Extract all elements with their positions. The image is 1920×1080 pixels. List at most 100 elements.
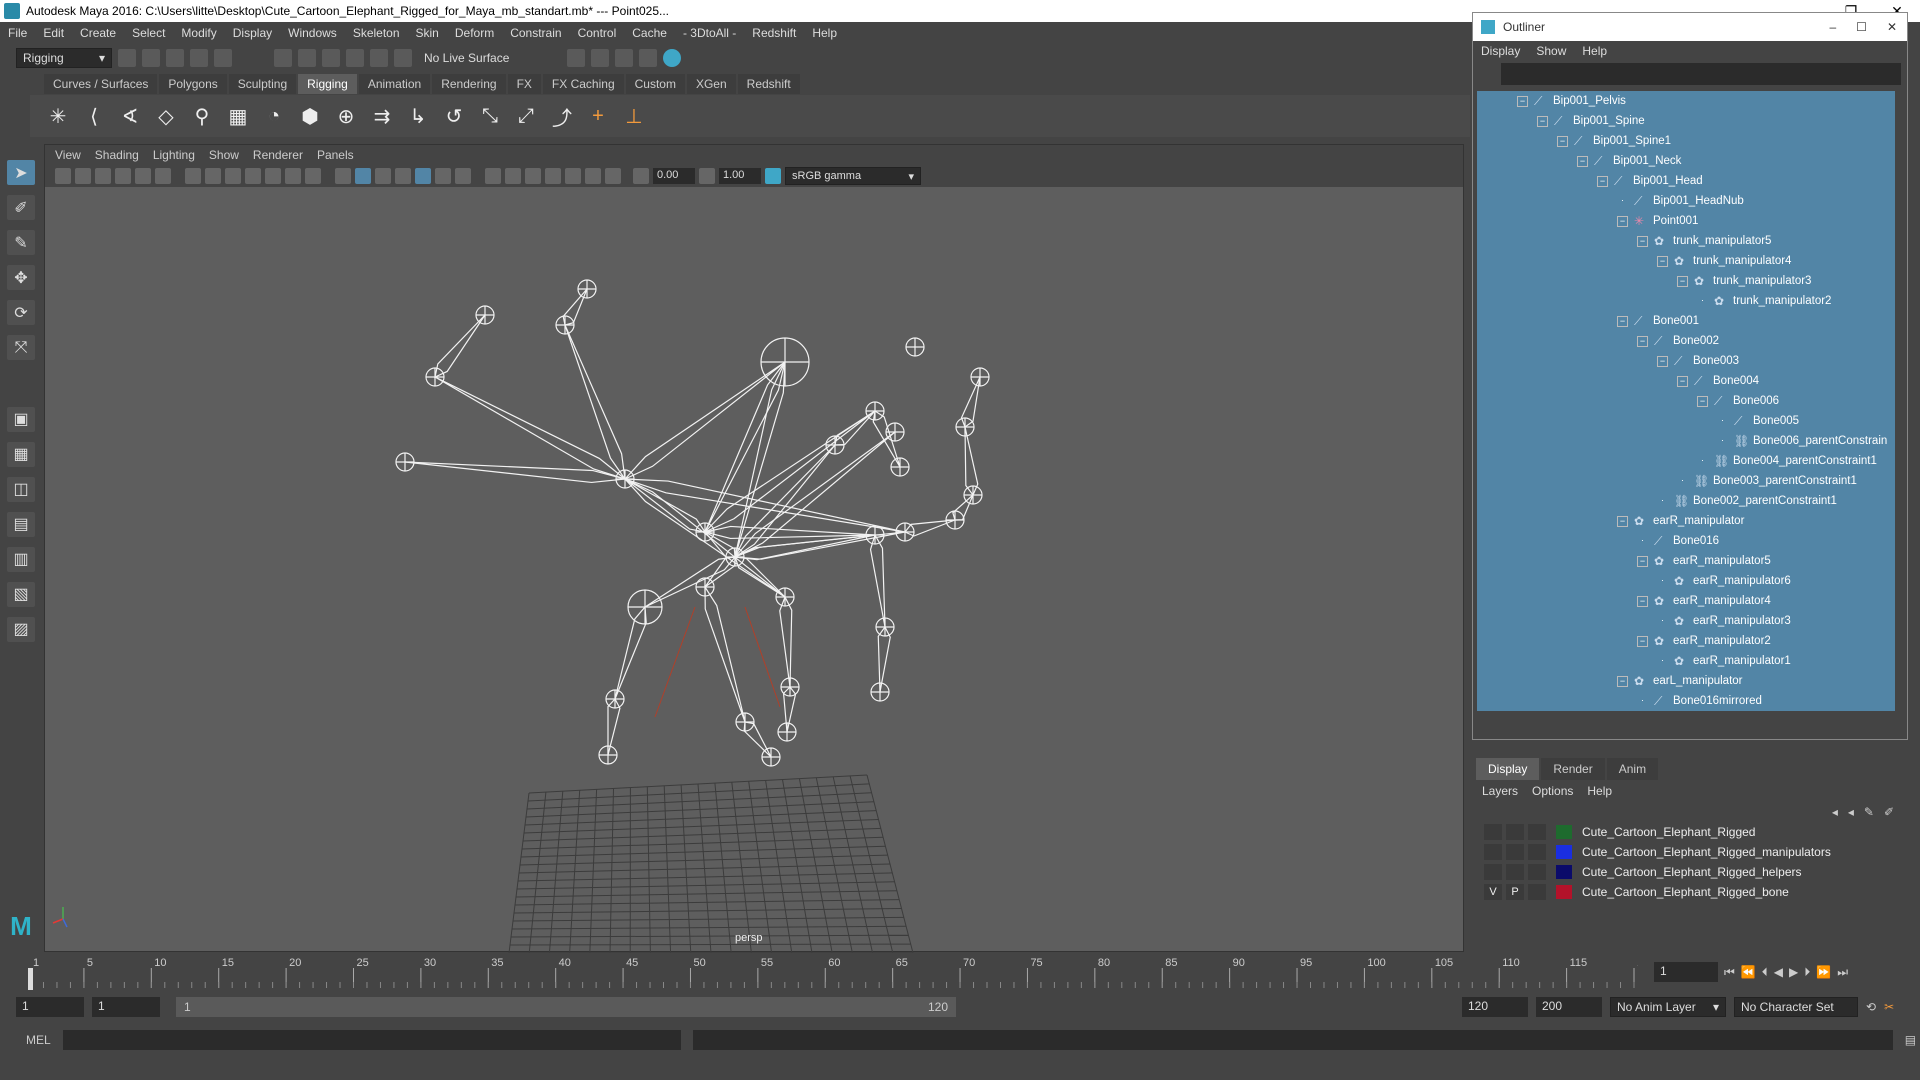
- collapse-toggle-icon[interactable]: −: [1597, 175, 1608, 187]
- outliner-item[interactable]: · ⛓ Bone004_parentConstraint1: [1477, 451, 1895, 471]
- outliner-item[interactable]: − ✿ earR_manipulator: [1477, 511, 1895, 531]
- layer-tab-anim[interactable]: Anim: [1606, 758, 1659, 780]
- menu-cache[interactable]: Cache: [624, 26, 675, 40]
- outliner-item[interactable]: · ✿ earR_manipulator6: [1477, 571, 1895, 591]
- shelf-tab-rigging[interactable]: Rigging: [298, 74, 357, 94]
- collapse-toggle-icon[interactable]: −: [1657, 255, 1668, 267]
- collapse-toggle-icon[interactable]: −: [1537, 115, 1548, 127]
- collapse-toggle-icon[interactable]: −: [1637, 555, 1648, 567]
- open-scene-icon[interactable]: [142, 49, 160, 67]
- snap-grid-icon[interactable]: [346, 49, 364, 67]
- shelf-tab-redshift[interactable]: Redshift: [737, 74, 800, 94]
- layer-display-type[interactable]: [1528, 844, 1546, 860]
- outliner-item[interactable]: · ⟋ Bone016mirrored: [1477, 691, 1895, 711]
- outliner-item[interactable]: · ⛓ Bone006_parentConstrain: [1477, 431, 1895, 451]
- bone-shape[interactable]: [743, 721, 772, 758]
- menu-create[interactable]: Create: [72, 26, 124, 40]
- layer-visibility-toggle[interactable]: [1484, 824, 1502, 840]
- new-layer-icon[interactable]: ✎: [1864, 805, 1874, 819]
- viewport-menu-shading[interactable]: Shading: [95, 148, 139, 162]
- shelf-tab-sculpting[interactable]: Sculpting: [228, 74, 297, 94]
- menu-skeleton[interactable]: Skeleton: [345, 26, 408, 40]
- collapse-toggle-icon[interactable]: −: [1617, 215, 1628, 227]
- go-end-icon[interactable]: ⏭: [1837, 965, 1848, 980]
- wire-on-shaded-icon[interactable]: [375, 168, 391, 184]
- outliner-item[interactable]: − ⟋ Bip001_Spine1: [1477, 131, 1895, 151]
- range-bar[interactable]: 1 120: [176, 997, 956, 1017]
- bone-shape[interactable]: [614, 605, 647, 700]
- select-hierarchy-icon[interactable]: [274, 49, 292, 67]
- render-settings-icon[interactable]: [639, 49, 658, 67]
- outliner-item[interactable]: − ✿ trunk_manipulator4: [1477, 251, 1895, 271]
- snap-curve-icon[interactable]: [370, 49, 388, 67]
- layout-hypershade-icon[interactable]: ▧: [7, 581, 35, 607]
- menuset-dropdown[interactable]: Rigging ▾: [16, 48, 112, 68]
- move-tool-icon[interactable]: ✥: [7, 265, 35, 291]
- collapse-toggle-icon[interactable]: −: [1637, 595, 1648, 607]
- render-frame-icon[interactable]: [591, 49, 610, 67]
- bone-shape[interactable]: [877, 625, 891, 693]
- outliner-item[interactable]: · ⟋ Bip001_HeadNub: [1477, 191, 1895, 211]
- bone-shape[interactable]: [624, 478, 906, 533]
- live-surface-label[interactable]: No Live Surface: [418, 51, 515, 65]
- menu-3dtoall[interactable]: - 3DtoAll -: [675, 26, 744, 40]
- move-layer-up-icon[interactable]: ◂: [1832, 805, 1838, 819]
- render-view-icon[interactable]: [567, 49, 586, 67]
- outliner-item[interactable]: − ✿ earL_manipulator: [1477, 671, 1895, 691]
- aa-icon[interactable]: [525, 168, 541, 184]
- bone-shape[interactable]: [704, 584, 746, 723]
- outliner-item[interactable]: · ⛓ Bone003_parentConstraint1: [1477, 471, 1895, 491]
- collapse-toggle-icon[interactable]: −: [1577, 155, 1588, 167]
- collapse-toggle-icon[interactable]: −: [1517, 95, 1528, 107]
- layer-playback-toggle[interactable]: [1506, 824, 1524, 840]
- current-time-marker[interactable]: [28, 968, 33, 990]
- outliner-item[interactable]: − ⟋ Bone001: [1477, 311, 1895, 331]
- color-management-icon[interactable]: [765, 168, 781, 184]
- menu-file[interactable]: File: [0, 26, 35, 40]
- resolution-gate-icon[interactable]: [225, 168, 241, 184]
- time-slider[interactable]: 1 5 10 15 20 25 30 35 40 45 50 55 60 65 70 75 80 85 90 95 10…: [0, 954, 1650, 990]
- collapse-toggle-icon[interactable]: −: [1637, 335, 1648, 347]
- menu-select[interactable]: Select: [124, 26, 173, 40]
- outliner-item[interactable]: − ⟋ Bone004: [1477, 371, 1895, 391]
- menu-modify[interactable]: Modify: [173, 26, 224, 40]
- mirror-joint-icon[interactable]: ∢: [116, 102, 144, 130]
- shelf-tab-polygons[interactable]: Polygons: [159, 74, 227, 94]
- ipr-render-icon[interactable]: [615, 49, 634, 67]
- layout-extra-icon[interactable]: ▨: [7, 616, 35, 642]
- outliner-menu-display[interactable]: Display: [1481, 44, 1520, 58]
- layer-visibility-toggle[interactable]: V: [1484, 884, 1502, 900]
- motion-blur-icon[interactable]: [505, 168, 521, 184]
- outliner-item[interactable]: − ✿ earR_manipulator5: [1477, 551, 1895, 571]
- lattice-icon[interactable]: ⬢: [296, 102, 324, 130]
- bone-shape[interactable]: [434, 314, 486, 379]
- step-back-key-icon[interactable]: ⏪: [1741, 965, 1756, 979]
- aim-constraint-icon[interactable]: ⤢: [512, 102, 540, 130]
- select-component-icon[interactable]: [322, 49, 340, 67]
- undo-icon[interactable]: [190, 49, 208, 67]
- bone-shape[interactable]: [869, 533, 886, 628]
- mel-label[interactable]: MEL: [26, 1033, 51, 1047]
- ik-handle-icon[interactable]: ▦: [224, 102, 252, 130]
- bone-shape[interactable]: [434, 376, 626, 480]
- rotate-tool-icon[interactable]: ⟳: [7, 300, 35, 326]
- viewport-menu-lighting[interactable]: Lighting: [153, 148, 195, 162]
- menu-deform[interactable]: Deform: [447, 26, 502, 40]
- layer-menu-options[interactable]: Options: [1532, 784, 1573, 798]
- outliner-tree[interactable]: − ⟋ Bip001_Pelvis − ⟋ Bip001_Spine − ⟋ Bip001_Sp…: [1477, 91, 1895, 711]
- lights-icon[interactable]: [435, 168, 451, 184]
- shelf-tab-fx-caching[interactable]: FX Caching: [542, 74, 624, 94]
- new-scene-icon[interactable]: [118, 49, 136, 67]
- select-object-icon[interactable]: [298, 49, 316, 67]
- anim-layer-dropdown[interactable]: No Anim Layer ▾: [1610, 997, 1726, 1017]
- viewport-menu-show[interactable]: Show: [209, 148, 239, 162]
- hypershade-icon[interactable]: [663, 49, 682, 67]
- bone-shape[interactable]: [624, 361, 786, 480]
- outliner-item[interactable]: − ⟋ Bone002: [1477, 331, 1895, 351]
- textured-icon[interactable]: [395, 168, 411, 184]
- scale-tool-icon[interactable]: ⤧: [7, 335, 35, 361]
- save-scene-icon[interactable]: [166, 49, 184, 67]
- layer-color-swatch[interactable]: [1556, 865, 1572, 879]
- go-start-icon[interactable]: ⏮: [1724, 965, 1735, 980]
- outliner-item[interactable]: − ✿ trunk_manipulator3: [1477, 271, 1895, 291]
